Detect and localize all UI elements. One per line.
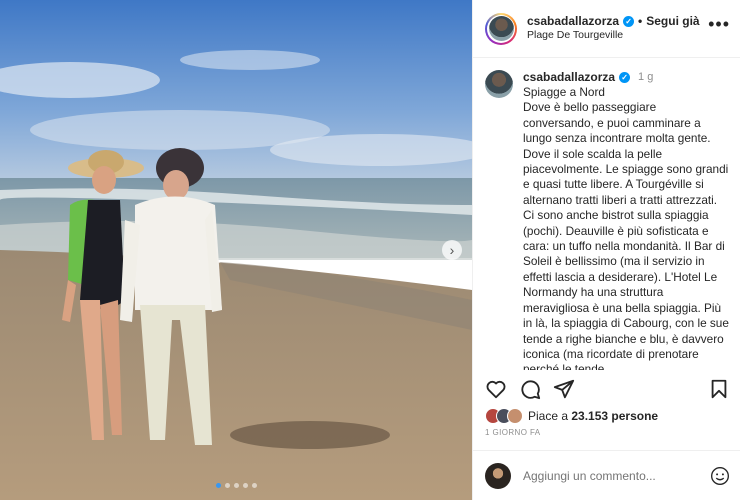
chevron-right-icon: › — [449, 242, 455, 258]
follow-button[interactable]: Segui già — [646, 14, 699, 29]
comment-box — [473, 450, 740, 500]
post-date: 1 GIORNO FA — [485, 428, 541, 437]
liker-avatar — [507, 408, 523, 424]
caption-time: 1 g — [638, 71, 654, 83]
carousel-dot — [242, 483, 248, 488]
more-horizontal-icon[interactable]: ••• — [708, 14, 730, 35]
beach-photo — [0, 0, 472, 500]
smiley-icon[interactable] — [710, 466, 730, 486]
action-bar — [485, 378, 730, 400]
carousel-dot — [233, 483, 239, 488]
send-icon[interactable] — [553, 378, 575, 400]
carousel-dot — [224, 483, 230, 488]
verified-badge-icon: ✓ — [623, 16, 635, 28]
bookmark-icon[interactable] — [708, 378, 730, 400]
location-link[interactable]: Plage De Tourgeville — [527, 29, 708, 42]
caption-avatar[interactable] — [485, 70, 513, 98]
author-avatar[interactable] — [485, 12, 517, 45]
next-slide-button[interactable]: › — [442, 240, 462, 260]
comment-icon[interactable] — [519, 378, 541, 400]
comment-input[interactable] — [523, 468, 710, 483]
carousel-dot — [251, 483, 257, 488]
caption: csabadallazorza ✓ 1 g Spiagge a Nord Dov… — [473, 58, 740, 370]
instagram-post: › csabadallazorza ✓ • Segui già Plage De… — [0, 0, 740, 500]
current-user-avatar — [485, 462, 511, 489]
likes-summary[interactable]: Piace a 23.153 persone — [485, 408, 658, 424]
separator: • — [638, 14, 643, 29]
carousel-indicator — [0, 483, 472, 488]
carousel-dot — [215, 483, 221, 488]
caption-text: Spiagge a Nord Dove è bello passeggiare … — [523, 85, 729, 370]
caption-username[interactable]: csabadallazorza — [523, 70, 615, 84]
post-sidebar: csabadallazorza ✓ • Segui già Plage De T… — [472, 0, 740, 500]
verified-badge-icon: ✓ — [619, 71, 631, 83]
author-username[interactable]: csabadallazorza — [527, 14, 619, 29]
post-header: csabadallazorza ✓ • Segui già Plage De T… — [473, 0, 740, 58]
post-photo[interactable]: › — [0, 0, 472, 500]
heart-icon[interactable] — [485, 378, 507, 400]
likes-count[interactable]: Piace a 23.153 persone — [528, 409, 658, 423]
